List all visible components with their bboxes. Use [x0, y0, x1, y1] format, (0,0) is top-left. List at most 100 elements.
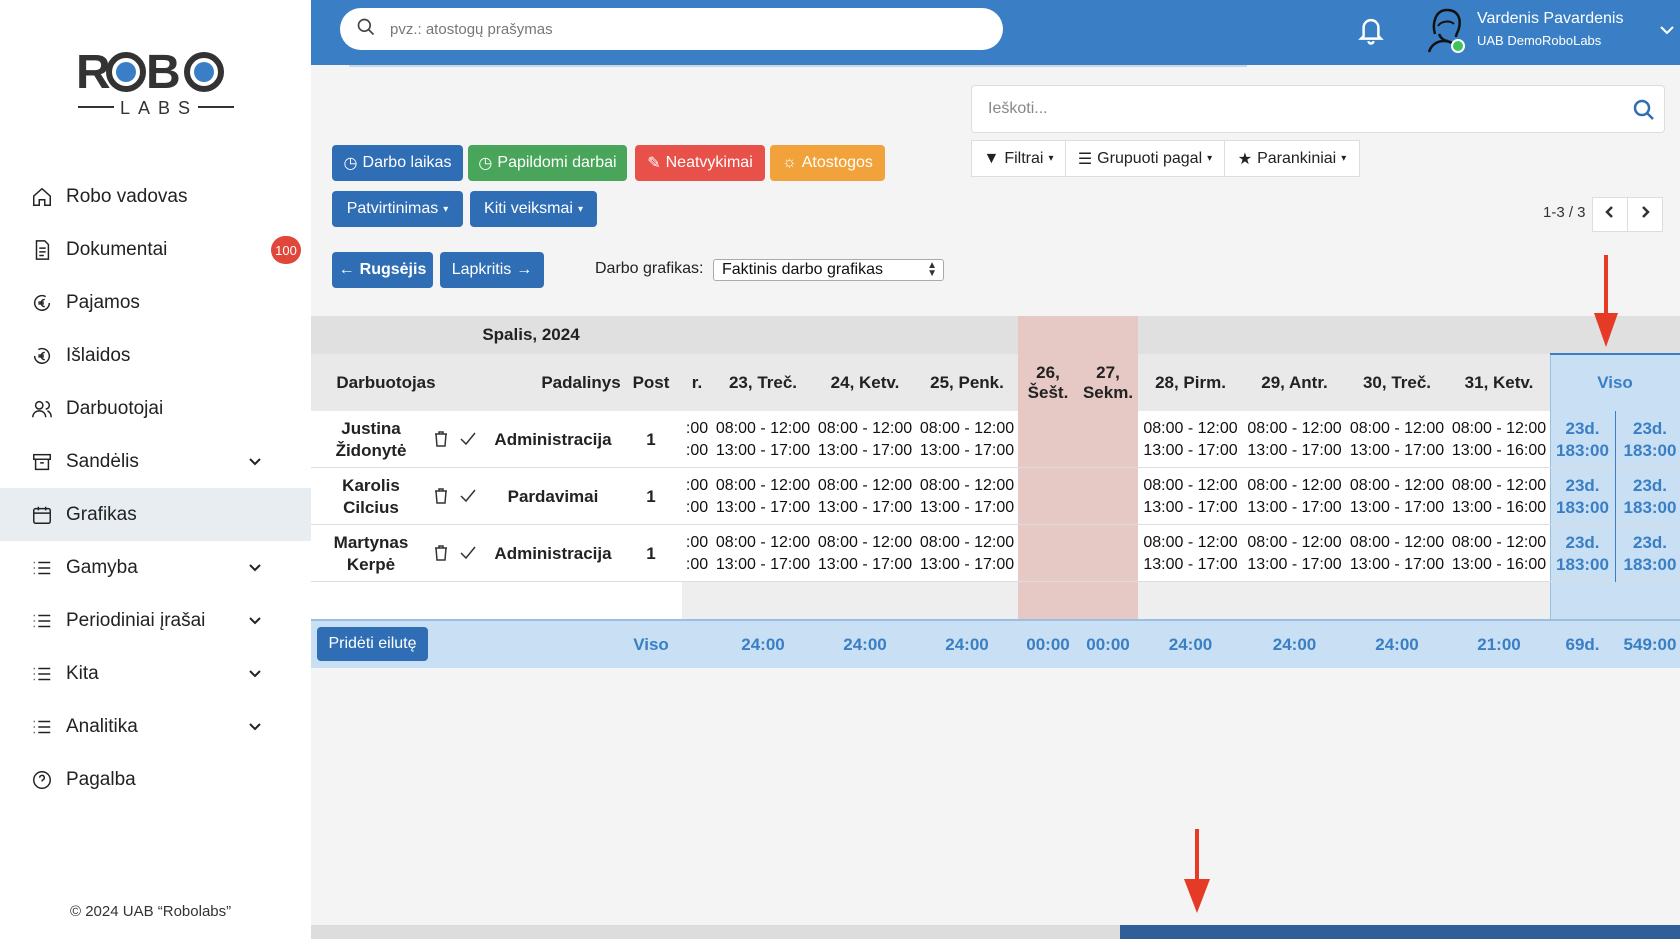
- col-total[interactable]: Viso: [1550, 354, 1680, 411]
- search-icon[interactable]: [1632, 98, 1656, 122]
- chevron-down-icon[interactable]: [248, 665, 262, 679]
- sidebar-item-dokumentai[interactable]: Dokumentai 100: [0, 223, 311, 276]
- shift-cell[interactable]: 08:00 - 12:00 13:00 - 17:00: [814, 525, 916, 582]
- partial-day-cell[interactable]: :00 :00: [682, 411, 712, 468]
- darbo-laikas-button[interactable]: ◷ Darbo laikas: [332, 145, 463, 181]
- shift-cell[interactable]: 08:00 - 12:00 13:00 - 17:00: [1138, 411, 1243, 468]
- global-search-input[interactable]: [390, 20, 970, 38]
- shift-cell[interactable]: [1018, 411, 1078, 468]
- employee-name[interactable]: Martynas Kerpė: [311, 525, 431, 582]
- sidebar-item-label: Periodiniai įrašai: [66, 609, 206, 631]
- caret-down-icon: ▾: [1048, 153, 1054, 164]
- list-search-input[interactable]: [988, 100, 1608, 118]
- horizontal-scrollbar-thumb[interactable]: [1120, 925, 1680, 939]
- shift-cell[interactable]: 08:00 - 12:00 13:00 - 17:00: [1138, 525, 1243, 582]
- day-header[interactable]: 27, Sekm.: [1078, 354, 1138, 411]
- add-row-button[interactable]: Pridėti eilutę: [317, 627, 428, 661]
- sidebar-item-grafikas[interactable]: Grafikas: [0, 488, 311, 541]
- employee-name[interactable]: Karolis Cilcius: [311, 468, 431, 525]
- list-search[interactable]: [971, 85, 1665, 133]
- shift-cell[interactable]: 08:00 - 12:00 13:00 - 16:00: [1448, 525, 1550, 582]
- document-icon: [31, 239, 53, 261]
- neatvykimai-button[interactable]: ✎ Neatvykimai: [635, 145, 765, 181]
- shift-cell[interactable]: [1018, 468, 1078, 525]
- col-post[interactable]: Post: [616, 354, 686, 411]
- avatar[interactable]: [1421, 4, 1471, 54]
- global-search[interactable]: [340, 8, 1003, 50]
- col-employee[interactable]: Darbuotojas: [311, 354, 461, 411]
- sidebar-item-robo-vadovas[interactable]: Robo vadovas: [0, 170, 311, 223]
- sidebar-item-analitika[interactable]: Analitika: [0, 700, 311, 753]
- chevron-down-icon[interactable]: [248, 559, 262, 573]
- bell-icon[interactable]: [1356, 14, 1386, 46]
- shift-cell[interactable]: 08:00 - 12:00 13:00 - 17:00: [916, 411, 1018, 468]
- trash-icon[interactable]: [432, 487, 450, 505]
- shift-cell[interactable]: 08:00 - 12:00 13:00 - 16:00: [1448, 411, 1550, 468]
- shift-cell[interactable]: 08:00 - 12:00 13:00 - 17:00: [1346, 525, 1448, 582]
- shift-cell[interactable]: 08:00 - 12:00 13:00 - 17:00: [712, 468, 814, 525]
- sidebar-item-darbuotojai[interactable]: Darbuotojai: [0, 382, 311, 435]
- day-header[interactable]: 31, Ketv.: [1448, 354, 1550, 411]
- patvirtinimas-dropdown[interactable]: Patvirtinimas ▾: [332, 191, 463, 227]
- prev-month-button[interactable]: ← Rugsėjis: [332, 252, 433, 288]
- shift-cell[interactable]: 08:00 - 12:00 13:00 - 17:00: [1346, 468, 1448, 525]
- shift-cell[interactable]: 08:00 - 12:00 13:00 - 17:00: [916, 468, 1018, 525]
- trash-icon[interactable]: [432, 430, 450, 448]
- day-header[interactable]: 26, Šešt.: [1018, 354, 1078, 411]
- kiti-veiksmai-dropdown[interactable]: Kiti veiksmai ▾: [470, 191, 597, 227]
- check-icon[interactable]: [459, 430, 477, 448]
- next-month-button[interactable]: Lapkritis →: [440, 252, 544, 288]
- sidebar-item-periodiniai-irasai[interactable]: Periodiniai įrašai: [0, 594, 311, 647]
- shift-cell[interactable]: [1078, 525, 1138, 582]
- filters-dropdown[interactable]: ▼ Filtrai ▾: [971, 140, 1066, 177]
- shift-cell[interactable]: [1018, 525, 1078, 582]
- shift-cell[interactable]: 08:00 - 12:00 13:00 - 17:00: [916, 525, 1018, 582]
- schedule-select[interactable]: Faktinis darbo grafikas ▲ ▼: [713, 259, 944, 281]
- shift-cell[interactable]: 08:00 - 12:00 13:00 - 17:00: [1138, 468, 1243, 525]
- shift-cell[interactable]: 08:00 - 12:00 13:00 - 17:00: [712, 411, 814, 468]
- svg-text:B: B: [146, 46, 181, 99]
- robolabs-logo[interactable]: R B LABS: [76, 44, 236, 120]
- day-header[interactable]: 24, Ketv.: [814, 354, 916, 411]
- sidebar-item-pagalba[interactable]: Pagalba: [0, 753, 311, 806]
- shift-cell[interactable]: [1078, 411, 1138, 468]
- shift-cell[interactable]: 08:00 - 12:00 13:00 - 17:00: [814, 411, 916, 468]
- group-by-dropdown[interactable]: ☰ Grupuoti pagal ▾: [1065, 140, 1225, 177]
- check-icon[interactable]: [459, 487, 477, 505]
- sidebar-item-islaidos[interactable]: Išlaidos: [0, 329, 311, 382]
- chevron-down-icon[interactable]: [1659, 22, 1675, 38]
- shift-cell[interactable]: 08:00 - 12:00 13:00 - 17:00: [712, 525, 814, 582]
- day-header[interactable]: 30, Treč.: [1346, 354, 1448, 411]
- shift-cell[interactable]: 08:00 - 12:00 13:00 - 17:00: [1243, 468, 1346, 525]
- day-header[interactable]: 29, Antr.: [1243, 354, 1346, 411]
- trash-icon[interactable]: [432, 544, 450, 562]
- prev-page-button[interactable]: [1592, 197, 1628, 232]
- chevron-down-icon[interactable]: [248, 718, 262, 732]
- favorites-dropdown[interactable]: ★ Parankiniai ▾: [1224, 140, 1360, 177]
- employee-name[interactable]: Justina Židonytė: [311, 411, 431, 468]
- day-header[interactable]: 25, Penk.: [916, 354, 1018, 411]
- footer-day-total: 00:00: [1086, 634, 1130, 654]
- check-icon[interactable]: [459, 544, 477, 562]
- day-header[interactable]: 23, Treč.: [712, 354, 814, 411]
- day-header[interactable]: 28, Pirm.: [1138, 354, 1243, 411]
- shift-cell[interactable]: 08:00 - 12:00 13:00 - 17:00: [814, 468, 916, 525]
- partial-day-cell[interactable]: :00 :00: [682, 525, 712, 582]
- sidebar-item-sandelis[interactable]: Sandėlis: [0, 435, 311, 488]
- shift-cell[interactable]: [1078, 468, 1138, 525]
- partial-day-cell[interactable]: :00 :00: [682, 468, 712, 525]
- user-name[interactable]: Vardenis Pavardenis: [1477, 10, 1623, 28]
- sidebar-item-kita[interactable]: Kita: [0, 647, 311, 700]
- shift-cell[interactable]: 08:00 - 12:00 13:00 - 17:00: [1243, 525, 1346, 582]
- papildomi-darbai-button[interactable]: ◷ Papildomi darbai: [468, 145, 627, 181]
- shift-cell[interactable]: 08:00 - 12:00 13:00 - 16:00: [1448, 468, 1550, 525]
- next-page-button[interactable]: [1627, 197, 1663, 232]
- shift-cell[interactable]: 08:00 - 12:00 13:00 - 17:00: [1243, 411, 1346, 468]
- chevron-down-icon[interactable]: [248, 453, 262, 467]
- sidebar-item-gamyba[interactable]: Gamyba: [0, 541, 311, 594]
- col-partial-day: r.: [691, 372, 703, 392]
- sidebar-item-pajamos[interactable]: Pajamos: [0, 276, 311, 329]
- atostogos-button[interactable]: ☼ Atostogos: [770, 145, 885, 181]
- shift-cell[interactable]: 08:00 - 12:00 13:00 - 17:00: [1346, 411, 1448, 468]
- chevron-down-icon[interactable]: [248, 612, 262, 626]
